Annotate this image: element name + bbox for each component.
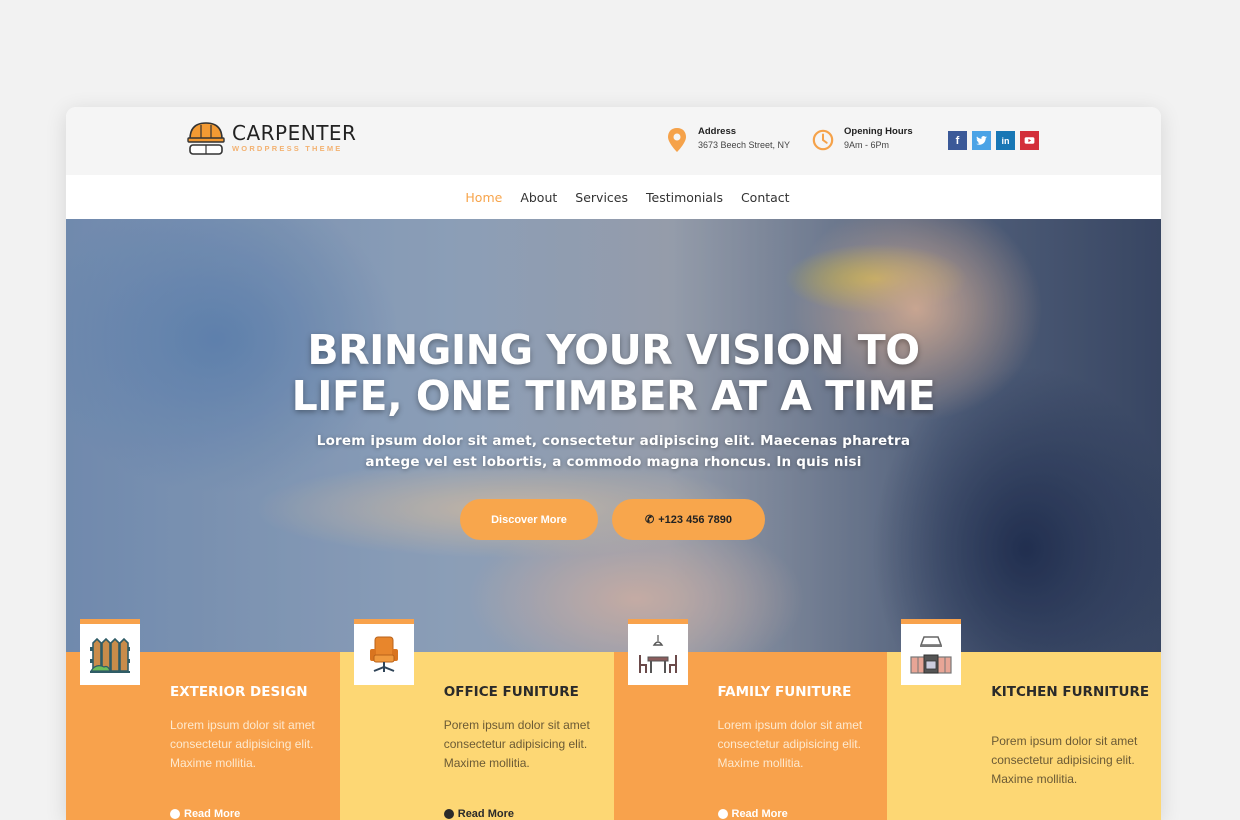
card-description: Lorem ipsum dolor sit amet consectetur a… — [170, 718, 315, 770]
hero-title: BRINGING YOUR VISION TO LIFE, ONE TIMBER… — [66, 327, 1161, 419]
read-more-link[interactable]: Read More — [443, 808, 514, 820]
top-header: CARPENTER WORDPRESS THEME Address 3673 B… — [66, 107, 1161, 175]
hero-title-line-1: BRINGING YOUR VISION TO — [307, 326, 920, 374]
address-info: Address 3673 Beech Street, NY — [666, 125, 790, 153]
card-office-furniture: OFFICE FUNITURE Porem ipsum dolor sit am… — [339, 619, 614, 820]
card-exterior-design: EXTERIOR DESIGN Lorem ipsum dolor sit am… — [66, 619, 340, 820]
nav-about[interactable]: About — [520, 190, 557, 205]
main-nav: Home About Services Testimonials Contact — [66, 175, 1161, 219]
nav-testimonials[interactable]: Testimonials — [646, 190, 723, 205]
arrow-circle-icon — [170, 809, 180, 819]
card-description: Porem ipsum dolor sit amet consectetur a… — [443, 718, 590, 770]
card-description: Lorem ipsum dolor sit amet consectetur a… — [717, 718, 863, 770]
location-pin-icon — [668, 128, 686, 152]
card-icon-box — [627, 619, 688, 685]
read-more-link[interactable]: Read More — [170, 808, 240, 820]
clock-icon — [812, 129, 834, 151]
linkedin-icon[interactable]: in — [996, 131, 1015, 150]
service-cards: EXTERIOR DESIGN Lorem ipsum dolor sit am… — [66, 619, 1161, 820]
brand-name: CARPENTER — [232, 121, 357, 145]
youtube-icon[interactable] — [1020, 131, 1039, 150]
arrow-circle-icon — [717, 809, 728, 819]
address-label: Address — [698, 126, 737, 137]
hero-subtitle-line-2: antege vel est lobortis, a commodo magna… — [365, 454, 862, 470]
browser-frame: CARPENTER WORDPRESS THEME Address 3673 B… — [66, 107, 1161, 820]
card-title: EXTERIOR DESIGN — [170, 684, 308, 700]
card-icon-box — [901, 619, 962, 685]
nav-contact[interactable]: Contact — [741, 190, 790, 205]
nav-home[interactable]: Home — [465, 190, 502, 205]
facebook-icon[interactable]: f — [948, 131, 967, 150]
arrow-circle-icon — [443, 809, 454, 819]
hours-info: Opening Hours 9Am - 6Pm — [812, 125, 913, 153]
card-title: KITCHEN FURNITURE — [991, 684, 1150, 700]
fence-icon — [89, 637, 130, 673]
kitchen-icon — [910, 635, 952, 674]
hardhat-logo-icon — [187, 122, 225, 155]
card-family-furniture: FAMILY FUNITURE Lorem ipsum dolor sit am… — [613, 619, 888, 820]
brand-tagline: WORDPRESS THEME — [232, 144, 343, 153]
hours-label: Opening Hours — [844, 126, 913, 137]
twitter-icon[interactable] — [972, 131, 991, 150]
hours-value: 9Am - 6Pm — [844, 140, 890, 150]
hero-title-line-2: LIFE, ONE TIMBER AT A TIME — [291, 372, 936, 420]
read-more-label: Read More — [731, 808, 788, 820]
hero-banner: BRINGING YOUR VISION TO LIFE, ONE TIMBER… — [66, 219, 1161, 652]
card-icon-box — [80, 619, 140, 685]
hero-actions: Discover More ✆ +123 456 7890 — [66, 499, 1161, 540]
phone-number: +123 456 7890 — [658, 513, 732, 526]
office-chair-icon — [369, 636, 398, 672]
nav-services[interactable]: Services — [575, 190, 628, 205]
phone-icon: ✆ — [645, 514, 655, 526]
hero-subtitle-line-1: Lorem ipsum dolor sit amet, consectetur … — [316, 433, 911, 449]
card-icon-box — [353, 619, 414, 685]
discover-more-button[interactable]: Discover More — [460, 499, 598, 540]
address-value: 3673 Beech Street, NY — [698, 140, 791, 150]
hero-subtitle: Lorem ipsum dolor sit amet, consectetur … — [66, 431, 1161, 473]
logo[interactable]: CARPENTER WORDPRESS THEME — [186, 119, 356, 157]
card-kitchen-furniture: KITCHEN FURNITURE Porem ipsum dolor sit … — [887, 619, 1161, 820]
card-description: Porem ipsum dolor sit amet consectetur a… — [991, 734, 1138, 786]
card-title: OFFICE FUNITURE — [443, 684, 579, 700]
card-title: FAMILY FUNITURE — [717, 684, 852, 700]
dining-table-icon — [638, 634, 677, 673]
phone-button[interactable]: ✆ +123 456 7890 — [612, 499, 765, 540]
read-more-link[interactable]: Read More — [717, 808, 788, 820]
read-more-label: Read More — [184, 808, 241, 820]
social-links: f in — [948, 131, 1039, 150]
read-more-label: Read More — [457, 808, 514, 820]
